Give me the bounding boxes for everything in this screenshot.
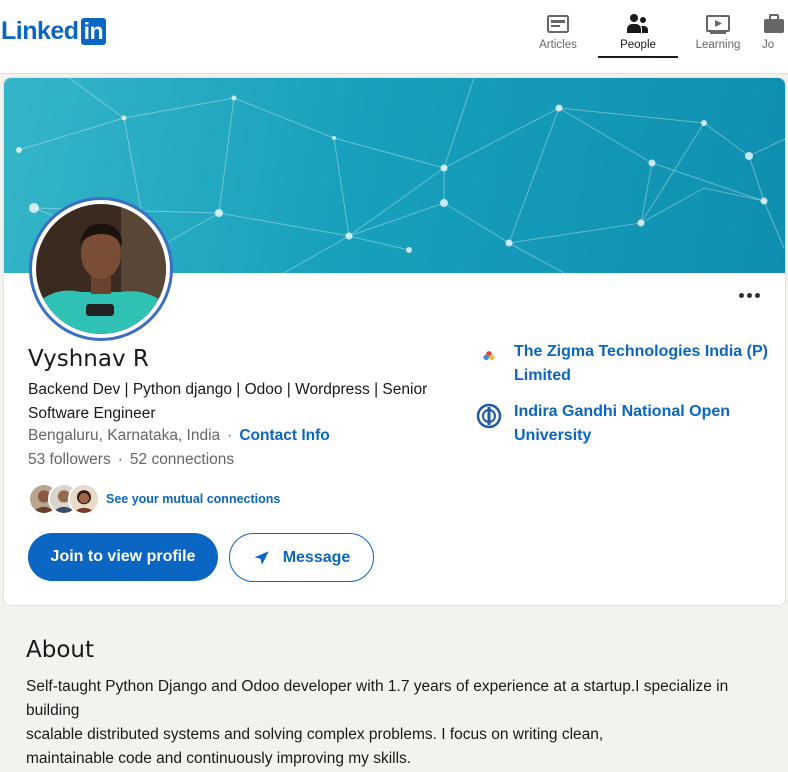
experience-company: The Zigma Technologies India (P) <box>514 343 768 360</box>
followers-count: 53 followers <box>28 451 111 468</box>
profile-photo <box>36 204 166 334</box>
top-bar: Linked in Articles People Learning Jo <box>0 0 788 74</box>
profile-location-row: Bengaluru, Karnataka, India · Contact Info <box>28 427 330 445</box>
logo-in-badge: in <box>80 18 107 45</box>
nav-label: Learning <box>695 39 741 51</box>
nav-item-articles[interactable]: Articles <box>518 0 598 58</box>
headline-line: Backend Dev | Python django | Odoo | Wor… <box>28 381 428 398</box>
experience-company: University <box>514 427 592 444</box>
jobs-icon <box>764 14 784 33</box>
logo-text: Linked <box>1 17 79 45</box>
about-line: building <box>26 702 80 719</box>
separator: · <box>227 427 233 444</box>
contact-info-link[interactable]: Contact Info <box>239 427 329 444</box>
mutual-connections[interactable]: See your mutual connections <box>28 483 280 515</box>
articles-icon <box>547 15 569 33</box>
nav-item-learning[interactable]: Learning <box>678 0 758 58</box>
profile-stats: 53 followers · 52 connections <box>28 451 234 469</box>
nav-item-jobs[interactable]: Jo <box>758 0 788 58</box>
ignou-logo-icon <box>476 403 502 429</box>
send-icon <box>254 550 269 565</box>
about-text: Self-taught Python Django and Odoo devel… <box>26 675 776 771</box>
main-nav: Articles People Learning Jo <box>518 0 788 58</box>
headline-line: Software Engineer <box>28 405 156 422</box>
separator: · <box>117 451 123 468</box>
experience-company: Indira Gandhi National Open <box>514 403 731 420</box>
connections-count: 52 connections <box>129 451 235 468</box>
about-heading: About <box>26 637 95 663</box>
location-text: Bengaluru, Karnataka, India <box>28 427 221 444</box>
experience-item-ignou[interactable]: Indira Gandhi National Open University <box>476 400 769 448</box>
nav-label: Articles <box>539 39 577 51</box>
profile-avatar[interactable] <box>32 200 170 338</box>
learning-icon <box>706 15 730 34</box>
about-line: Self-taught Python Django and Odoo devel… <box>26 678 729 695</box>
linkedin-logo[interactable]: Linked in <box>1 17 107 45</box>
message-button-label: Message <box>282 548 351 566</box>
join-to-view-profile-button[interactable]: Join to view profile <box>28 533 218 581</box>
profile-card: Vyshnav R Backend Dev | Python django | … <box>3 77 786 606</box>
about-line: maintainable code and continuously impro… <box>26 750 412 767</box>
about-line: scalable distributed systems and solving… <box>26 726 604 743</box>
more-options-icon[interactable] <box>739 288 761 302</box>
profile-name: Vyshnav R <box>28 346 149 372</box>
profile-headline: Backend Dev | Python django | Odoo | Wor… <box>28 378 458 426</box>
zigma-logo-icon <box>476 343 502 369</box>
nav-label: Jo <box>762 39 775 51</box>
mutual-connections-link[interactable]: See your mutual connections <box>106 492 280 506</box>
experience-company: Limited <box>514 367 571 384</box>
nav-label: People <box>620 39 656 51</box>
experience-item-zigma[interactable]: The Zigma Technologies India (P) Limited <box>476 340 769 388</box>
people-icon <box>627 14 648 33</box>
mutual-avatars <box>28 483 103 515</box>
nav-item-people[interactable]: People <box>598 0 678 58</box>
mutual-avatar <box>68 483 100 515</box>
message-button[interactable]: Message <box>229 533 374 582</box>
